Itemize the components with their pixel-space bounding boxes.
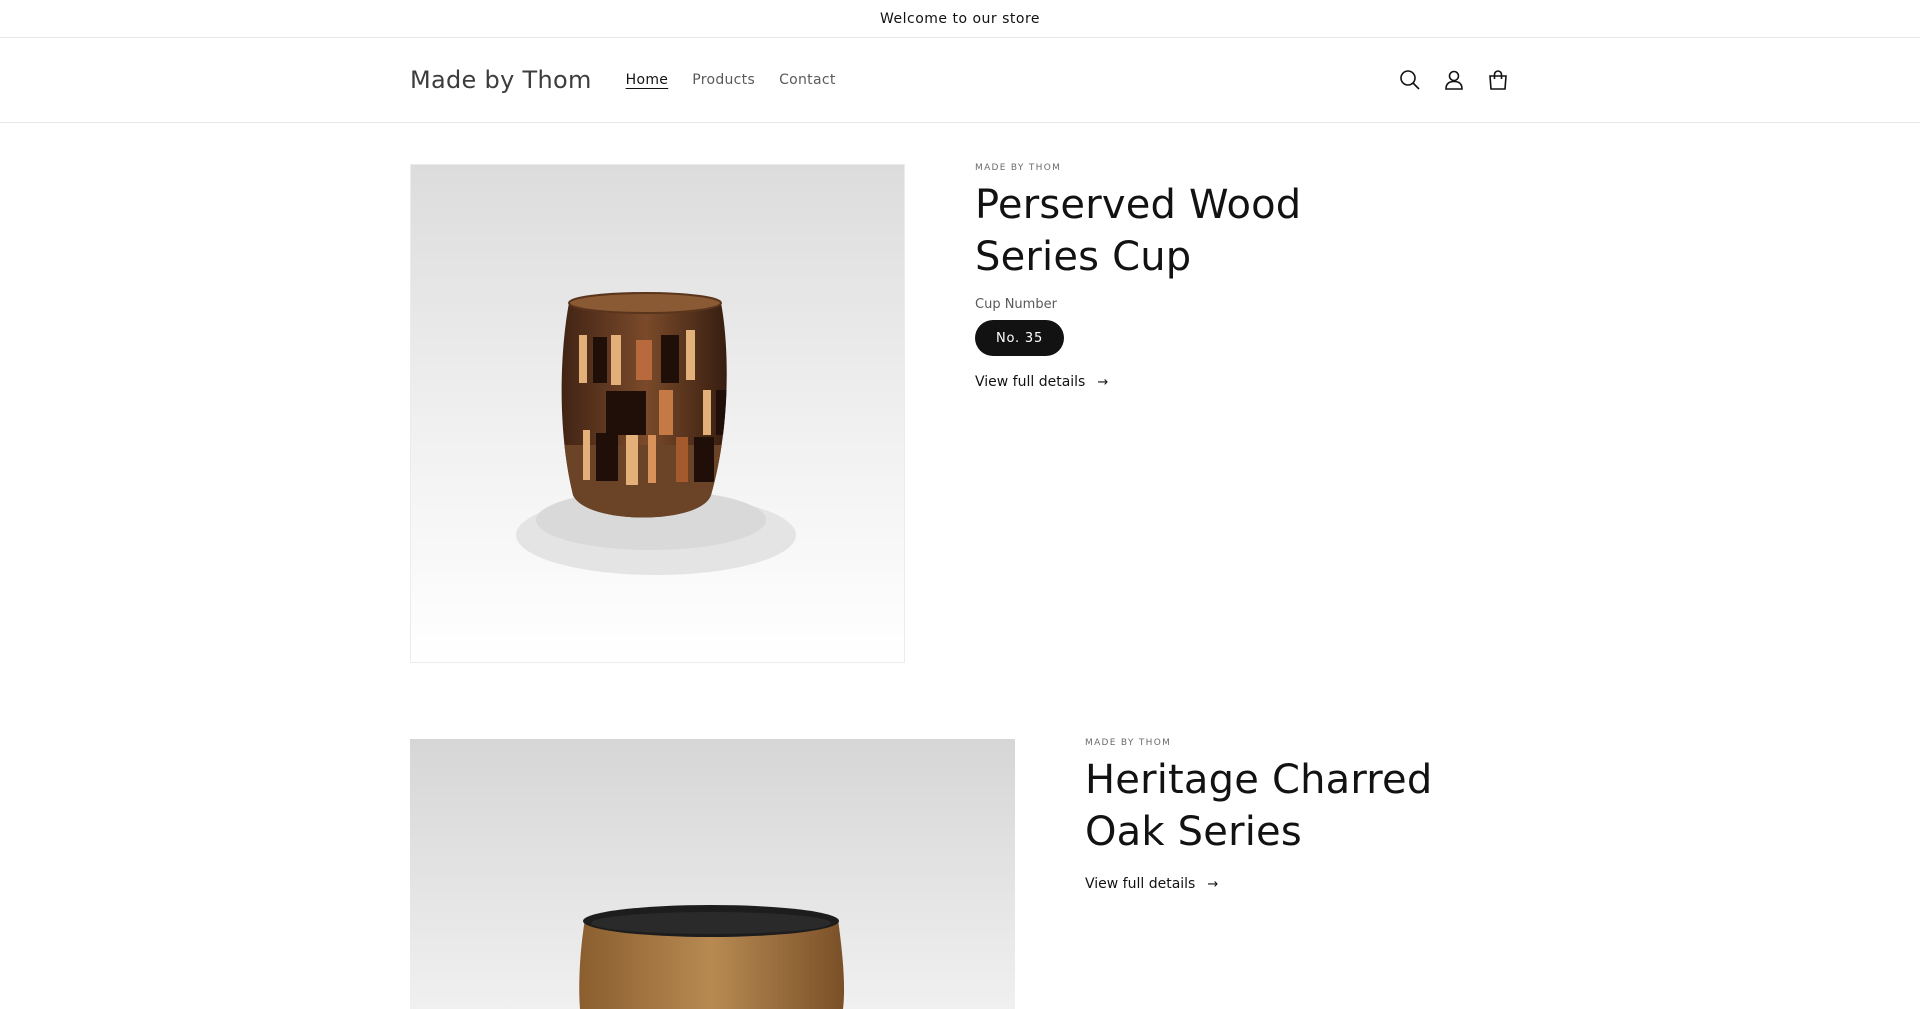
announcement-text: Welcome to our store xyxy=(879,10,1041,27)
arrow-right-icon: → xyxy=(1097,374,1109,390)
cart-icon[interactable] xyxy=(1486,68,1510,92)
view-details-link[interactable]: View full details → xyxy=(1085,876,1505,892)
account-icon[interactable] xyxy=(1442,68,1466,92)
header-icons xyxy=(1398,68,1510,92)
store-logo[interactable]: Made by Thom xyxy=(410,66,592,94)
view-details-label: View full details xyxy=(1085,876,1196,892)
product-image-charred-oak[interactable] xyxy=(410,739,1015,1009)
product-title[interactable]: Perserved Wood Series Cup xyxy=(975,179,1395,283)
option-label: Cup Number xyxy=(975,297,1057,312)
product-info-wood-cup: MADE BY THOM Perserved Wood Series Cup C… xyxy=(975,163,1395,390)
search-icon[interactable] xyxy=(1398,68,1422,92)
announcement-bar: Welcome to our store xyxy=(0,0,1920,38)
nav-products[interactable]: Products xyxy=(692,72,755,88)
nav-home[interactable]: Home xyxy=(626,72,669,88)
option-pill-selected[interactable]: No. 35 xyxy=(975,320,1065,356)
product-title[interactable]: Heritage Charred Oak Series xyxy=(1085,754,1505,858)
arrow-right-icon: → xyxy=(1207,876,1219,892)
main-nav: Home Products Contact xyxy=(626,72,836,88)
product-vendor: MADE BY THOM xyxy=(975,163,1062,173)
site-header: Made by Thom Home Products Contact xyxy=(0,38,1920,123)
view-details-link[interactable]: View full details → xyxy=(975,374,1395,390)
product-vendor: MADE BY THOM xyxy=(1085,738,1172,748)
product-image-wood-cup[interactable] xyxy=(410,164,905,663)
view-details-label: View full details xyxy=(975,374,1086,390)
product-info-charred-oak: MADE BY THOM Heritage Charred Oak Series… xyxy=(1085,738,1505,892)
nav-contact[interactable]: Contact xyxy=(779,72,836,88)
